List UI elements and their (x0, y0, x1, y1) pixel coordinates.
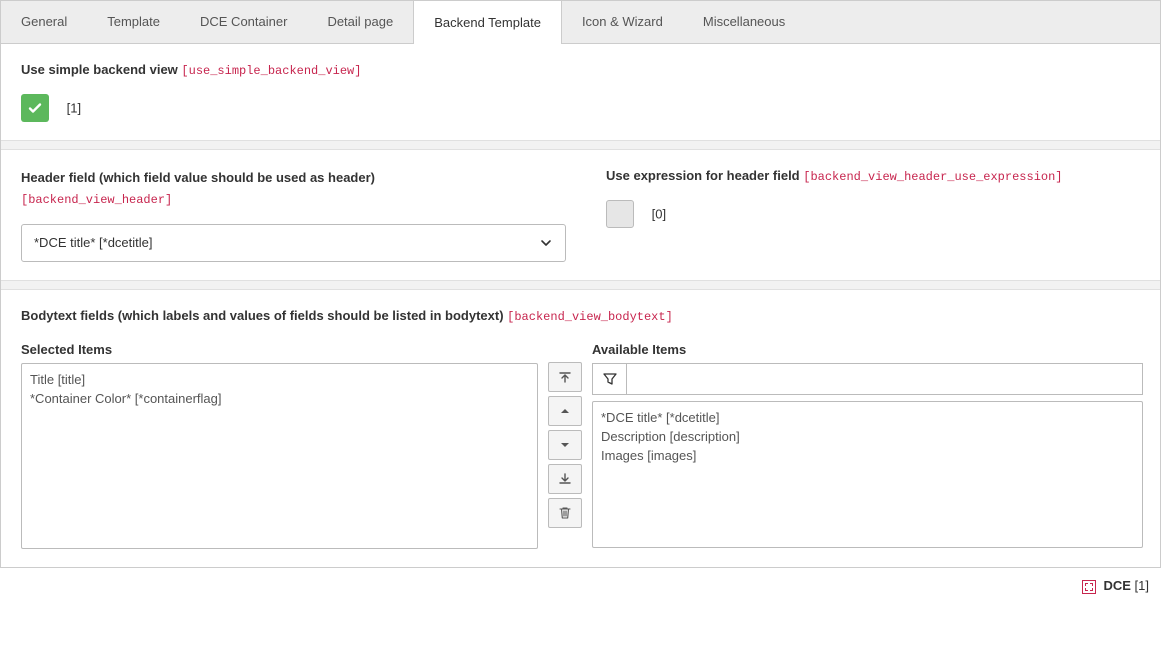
tab-backend-template[interactable]: Backend Template (413, 1, 562, 44)
move-up-icon (559, 405, 571, 417)
move-top-icon (558, 370, 572, 384)
move-up-button[interactable] (548, 396, 582, 426)
header-expr-key: [backend_view_header_use_expression] (803, 170, 1062, 184)
header-expr-checkbox[interactable] (606, 200, 634, 228)
list-item[interactable]: Images [images] (601, 446, 1134, 465)
simple-view-key: [use_simple_backend_view] (181, 64, 361, 78)
tab-template[interactable]: Template (87, 1, 180, 43)
footer-path: DCE [1] (0, 568, 1161, 594)
bodytext-key: [backend_view_bodytext] (507, 310, 673, 324)
header-field-select[interactable]: *DCE title* [*dcetitle] (21, 224, 566, 262)
move-top-button[interactable] (548, 362, 582, 392)
header-field-key: [backend_view_header] (21, 193, 172, 207)
move-bottom-button[interactable] (548, 464, 582, 494)
header-field-selected-value: *DCE title* [*dcetitle] (34, 235, 153, 250)
tab-bar: General Template DCE Container Detail pa… (0, 0, 1161, 43)
tab-detail-page[interactable]: Detail page (307, 1, 413, 43)
header-field-label: Header field (which field value should b… (21, 170, 375, 185)
dual-list-controls (548, 362, 582, 528)
available-items-listbox[interactable]: *DCE title* [*dcetitle] Description [des… (592, 401, 1143, 548)
move-down-button[interactable] (548, 430, 582, 460)
selected-items-header: Selected Items (21, 342, 538, 357)
footer-label: DCE (1103, 578, 1130, 593)
tab-dce-container[interactable]: DCE Container (180, 1, 307, 43)
available-filter-input[interactable] (626, 363, 1143, 395)
trash-icon (558, 506, 572, 520)
footer-count: [1] (1135, 578, 1149, 593)
list-item[interactable]: Title [title] (30, 370, 529, 389)
list-item[interactable]: Description [description] (601, 427, 1134, 446)
filter-icon (603, 372, 617, 386)
header-expr-value: [0] (652, 207, 666, 222)
move-down-icon (559, 439, 571, 451)
chevron-down-icon (539, 236, 553, 250)
simple-view-label: Use simple backend view (21, 62, 178, 77)
remove-button[interactable] (548, 498, 582, 528)
dce-icon (1082, 580, 1096, 594)
move-bottom-icon (558, 472, 572, 486)
filter-icon-box (592, 363, 626, 395)
list-item[interactable]: *Container Color* [*containerflag] (30, 389, 529, 408)
available-items-header: Available Items (592, 342, 1143, 357)
list-item[interactable]: *DCE title* [*dcetitle] (601, 408, 1134, 427)
bodytext-label: Bodytext fields (which labels and values… (21, 308, 504, 323)
tab-general[interactable]: General (1, 1, 87, 43)
selected-items-listbox[interactable]: Title [title] *Container Color* [*contai… (21, 363, 538, 549)
simple-view-value: [1] (67, 101, 81, 116)
header-expr-label: Use expression for header field (606, 168, 800, 183)
check-icon (27, 100, 43, 116)
simple-view-checkbox[interactable] (21, 94, 49, 122)
tab-icon-wizard[interactable]: Icon & Wizard (562, 1, 683, 43)
tab-miscellaneous[interactable]: Miscellaneous (683, 1, 805, 43)
panel-backend-template: Use simple backend view [use_simple_back… (0, 43, 1161, 568)
